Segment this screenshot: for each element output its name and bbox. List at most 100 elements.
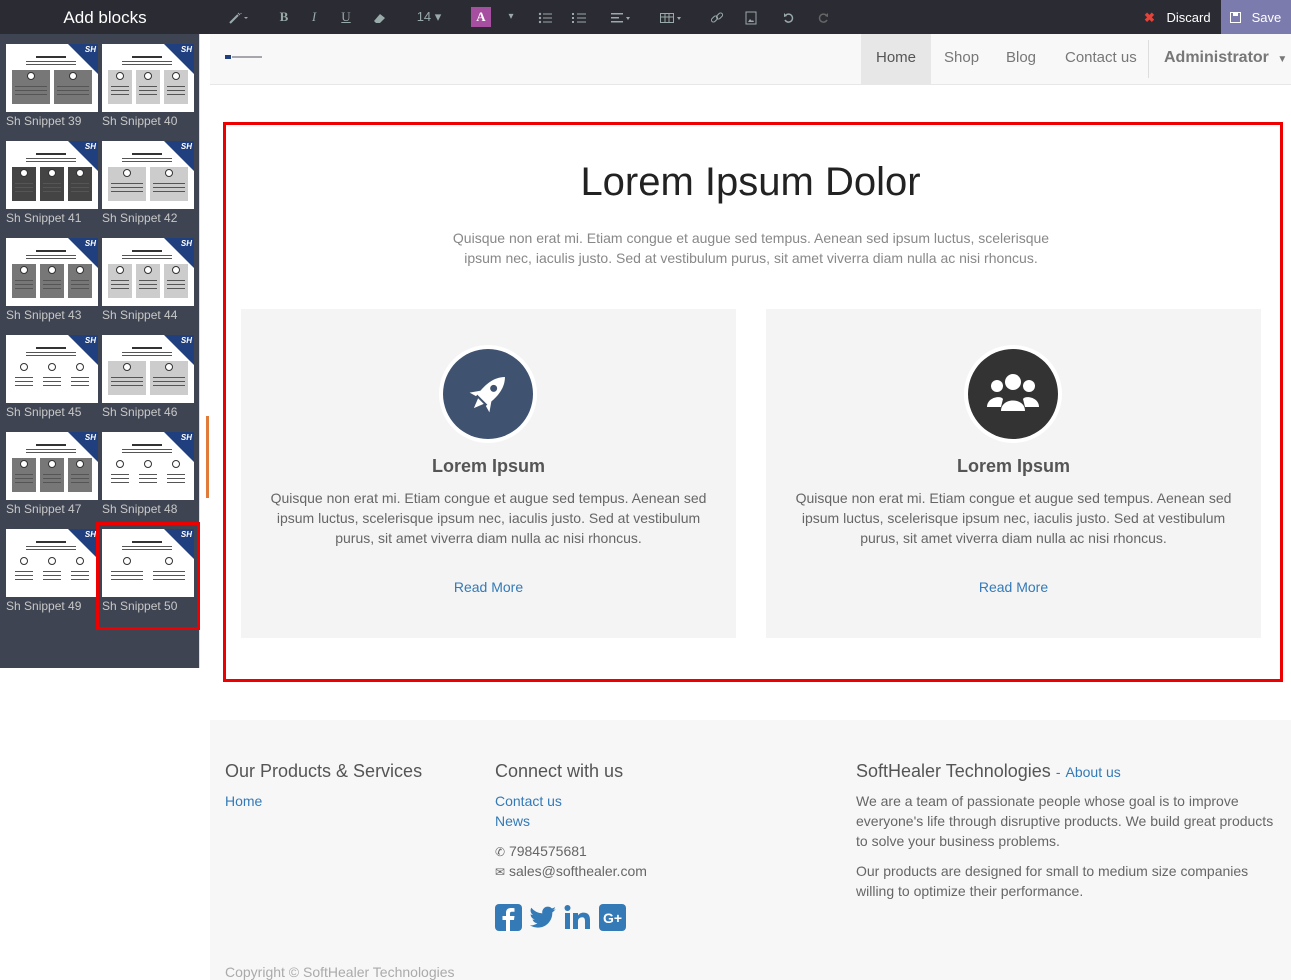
- snippet-thumbnail[interactable]: SH Sh Snippet 40: [102, 44, 194, 132]
- user-menu[interactable]: Administrator ▼: [1164, 34, 1287, 84]
- snippet-label: Sh Snippet 42: [102, 211, 178, 225]
- google-plus-icon[interactable]: G+: [599, 904, 626, 931]
- snippet-label: Sh Snippet 46: [102, 405, 178, 419]
- sh-badge: SH: [180, 239, 192, 248]
- snippet-thumbnail[interactable]: SH Sh Snippet 48: [102, 432, 194, 520]
- nav-shop[interactable]: Shop: [929, 34, 994, 84]
- company-name: SoftHealer Technologies: [856, 761, 1051, 781]
- snippet-label: Sh Snippet 41: [6, 211, 82, 225]
- snippet-preview-image: SH: [102, 238, 194, 306]
- color-dropdown-caret[interactable]: ▾: [504, 0, 518, 34]
- redo-icon: [818, 12, 828, 23]
- style-dropdown[interactable]: [224, 0, 254, 34]
- snippet-preview-image: SH: [6, 44, 98, 112]
- nav-blog[interactable]: Blog: [991, 34, 1051, 84]
- table-icon: [660, 12, 681, 23]
- email-address[interactable]: sales@softhealer.com: [509, 863, 647, 879]
- read-more-link[interactable]: Read More: [766, 579, 1261, 595]
- site-footer: Our Products & Services Home Connect wit…: [210, 720, 1291, 980]
- bullet-list-button[interactable]: [536, 0, 554, 34]
- font-size-dropdown[interactable]: 14 ▾: [414, 0, 444, 34]
- add-blocks-panel: Add blocks SH Sh Snippet 39 SH Sh Snippet 4…: [0, 0, 210, 980]
- sh-badge: SH: [180, 45, 192, 54]
- sh-badge: SH: [84, 45, 96, 54]
- users-icon: [968, 349, 1058, 439]
- sh-badge: SH: [84, 530, 96, 539]
- image-button[interactable]: [742, 0, 760, 34]
- snippet-scrollbar[interactable]: [199, 34, 210, 668]
- sh-badge: SH: [84, 239, 96, 248]
- section-subtext: Quisque non erat mi. Etiam congue et aug…: [452, 230, 1050, 266]
- bold-button[interactable]: B: [276, 0, 292, 34]
- sh-badge: SH: [180, 142, 192, 151]
- numbered-list-button[interactable]: [570, 0, 588, 34]
- nav-home[interactable]: Home: [861, 34, 932, 84]
- site-navbar: Home Shop Blog Contact us Administrator …: [210, 34, 1291, 85]
- envelope-icon: ✉: [495, 865, 506, 879]
- snippet-label: Sh Snippet 44: [102, 308, 178, 322]
- undo-button[interactable]: [780, 0, 798, 34]
- text-color-button[interactable]: A: [470, 0, 492, 34]
- phone-icon: ✆: [495, 845, 506, 859]
- facebook-icon[interactable]: [495, 904, 522, 931]
- table-dropdown[interactable]: [658, 0, 686, 34]
- snippet-preview-image: SH: [6, 141, 98, 209]
- image-icon: [745, 11, 757, 25]
- card-title: Lorem Ipsum: [956, 456, 1071, 476]
- eraser-button[interactable]: [370, 0, 390, 34]
- selected-snippet-highlight: [96, 522, 200, 630]
- footer-phone: ✆ 7984575681: [495, 841, 587, 862]
- snippet-thumbnail[interactable]: SH Sh Snippet 42: [102, 141, 194, 229]
- snippet-thumbnail[interactable]: SH Sh Snippet 39: [6, 44, 98, 132]
- snippet-thumbnail[interactable]: SH Sh Snippet 45: [6, 335, 98, 423]
- read-more-link[interactable]: Read More: [241, 579, 736, 595]
- snippet-preview-image: SH: [102, 141, 194, 209]
- footer-link-home[interactable]: Home: [225, 793, 262, 809]
- snippet-label: Sh Snippet 48: [102, 502, 178, 516]
- nav-contact-us[interactable]: Contact us: [1050, 34, 1152, 84]
- snippet-label: Sh Snippet 49: [6, 599, 82, 613]
- footer-email: ✉ sales@softhealer.com: [495, 861, 647, 882]
- discard-button[interactable]: ✖ Discard: [1132, 0, 1220, 34]
- snippet-thumbnail[interactable]: SH Sh Snippet 41: [6, 141, 98, 229]
- link-button[interactable]: [708, 0, 726, 34]
- snippet-thumbnail[interactable]: SH Sh Snippet 46: [102, 335, 194, 423]
- snippet-label: Sh Snippet 39: [6, 114, 82, 128]
- snippet-thumbnail[interactable]: SH Sh Snippet 43: [6, 238, 98, 326]
- section-heading: Lorem Ipsum Dolor: [580, 160, 921, 204]
- snippet-label: Sh Snippet 45: [6, 405, 82, 419]
- title-separator: -: [1055, 764, 1061, 780]
- snippet-preview-image: SH: [6, 335, 98, 403]
- caret-down-icon: ▼: [1277, 54, 1288, 65]
- phone-number: 7984575681: [508, 843, 587, 859]
- font-size-value: 14: [416, 9, 432, 24]
- snippet-preview-image: SH: [102, 44, 194, 112]
- italic-button[interactable]: I: [306, 0, 322, 34]
- rocket-icon: [443, 349, 533, 439]
- twitter-icon[interactable]: [529, 904, 556, 931]
- read-more-label[interactable]: Read More: [454, 579, 523, 595]
- about-us-link[interactable]: About us: [1066, 764, 1121, 780]
- save-button[interactable]: Save: [1221, 0, 1291, 34]
- linkedin-icon[interactable]: [564, 904, 591, 931]
- numbered-list-icon: [572, 12, 586, 23]
- bullet-list-icon: [538, 12, 552, 23]
- redo-button[interactable]: [814, 0, 832, 34]
- discard-label: Discard: [1166, 10, 1211, 25]
- snippet-label: Sh Snippet 40: [102, 114, 178, 128]
- read-more-label[interactable]: Read More: [979, 579, 1048, 595]
- align-dropdown[interactable]: [606, 0, 636, 34]
- footer-link-contact[interactable]: Contact us: [495, 793, 562, 809]
- underline-button[interactable]: U: [338, 0, 354, 34]
- svg-text:G+: G+: [603, 910, 622, 926]
- snippet-thumbnail[interactable]: SH Sh Snippet 47: [6, 432, 98, 520]
- snippet-preview-image: SH: [6, 238, 98, 306]
- snippet-thumbnail[interactable]: SH Sh Snippet 44: [102, 238, 194, 326]
- nav-divider: [1148, 40, 1149, 78]
- company-logo[interactable]: [225, 54, 265, 60]
- footer-products-title: Our Products & Services: [225, 761, 423, 781]
- snippet-thumbnail[interactable]: SH Sh Snippet 49: [6, 529, 98, 617]
- footer-link-news[interactable]: News: [495, 813, 530, 829]
- snippet-preview-image: SH: [6, 432, 98, 500]
- scrollbar-thumb[interactable]: [206, 416, 209, 498]
